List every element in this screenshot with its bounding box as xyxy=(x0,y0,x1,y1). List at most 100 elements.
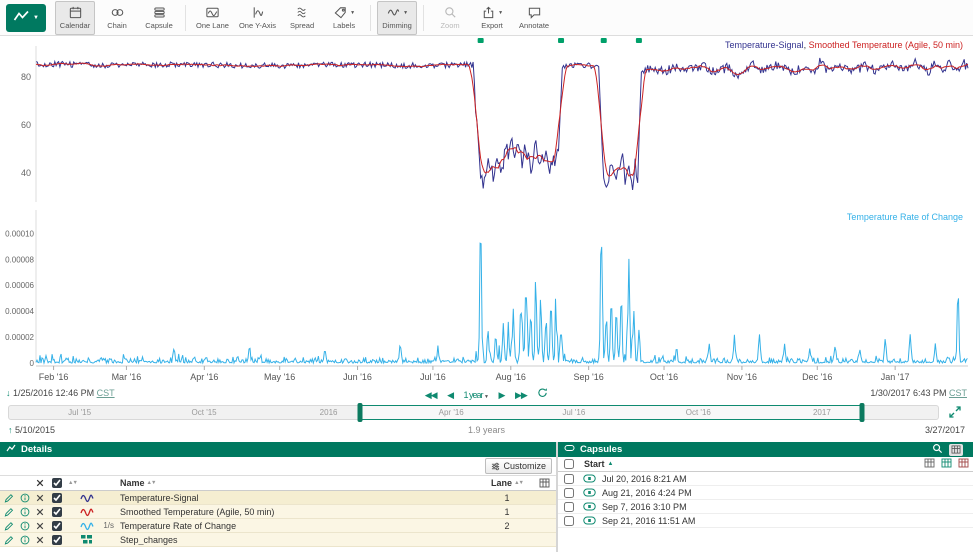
end-datetime[interactable]: 1/30/2017 6:43 PM xyxy=(870,388,946,398)
slider-axis-label: 2017 xyxy=(813,408,831,417)
row-select-checkbox[interactable] xyxy=(52,507,62,517)
row-select-checkbox[interactable] xyxy=(52,493,62,503)
toolbar-button-spread[interactable]: Spread xyxy=(282,1,322,35)
info-icon[interactable] xyxy=(17,521,32,531)
svg-text:0.00004: 0.00004 xyxy=(5,307,34,316)
remove-icon[interactable] xyxy=(32,494,47,502)
legend-item[interactable]: Temperature Rate of Change xyxy=(847,212,963,222)
timezone-link[interactable]: CST xyxy=(949,388,967,398)
svg-text:Jun '16: Jun '16 xyxy=(343,372,372,382)
investigate-duration: 1.9 years xyxy=(0,425,973,435)
toolbar-button-one-lane[interactable]: One Lane xyxy=(192,1,233,35)
info-icon[interactable] xyxy=(17,507,32,517)
step-back-fast-button[interactable]: ◀◀ xyxy=(425,390,437,401)
svg-text:Oct '16: Oct '16 xyxy=(650,372,678,382)
refresh-icon[interactable] xyxy=(537,387,548,400)
item-name[interactable]: Temperature Rate of Change xyxy=(117,521,482,531)
duration-dropdown[interactable]: 1 year ▼ xyxy=(464,390,488,400)
toolbar-label: Zoom xyxy=(440,21,459,30)
edit-pencil-icon[interactable] xyxy=(0,507,17,517)
lane1-legend: Temperature-Signal, Smoothed Temperature… xyxy=(725,40,963,50)
row-select-checkbox[interactable] xyxy=(52,535,62,545)
toolbar-button-labels[interactable]: ▼ Labels xyxy=(324,1,364,35)
toolbar-separator xyxy=(423,5,424,31)
workbench: ▼ Calendar Chain Capsule One Lane xyxy=(0,0,973,552)
details-header: Details xyxy=(0,442,556,457)
sort-selected-icon[interactable]: ▲▼ xyxy=(66,480,77,486)
app-logo-button[interactable]: ▼ xyxy=(6,4,46,32)
capsules-table-header: Start▲ xyxy=(558,457,973,472)
select-all-checkbox[interactable] xyxy=(52,478,62,488)
select-all-capsules-checkbox[interactable] xyxy=(564,459,574,469)
main-toolbar: ▼ Calendar Chain Capsule One Lane xyxy=(0,0,973,36)
capsule-row[interactable]: Aug 21, 2016 4:24 PM xyxy=(558,486,973,500)
remove-column-icon[interactable] xyxy=(958,458,969,470)
expand-range-icon[interactable] xyxy=(948,405,964,419)
range-handle-right[interactable] xyxy=(859,403,864,422)
details-row[interactable]: Smoothed Temperature (Agile, 50 min) 1 xyxy=(0,505,556,519)
capsule-select-checkbox[interactable] xyxy=(564,488,574,498)
toolbar-button-annotate[interactable]: Annotate xyxy=(514,1,554,35)
capsule-row[interactable]: Jul 20, 2016 8:21 AM xyxy=(558,472,973,486)
customize-button[interactable]: Customize xyxy=(485,458,552,474)
grid-options-button[interactable] xyxy=(949,444,963,456)
details-row[interactable]: Step_changes xyxy=(0,533,556,547)
edit-pencil-icon[interactable] xyxy=(0,535,17,545)
details-row[interactable]: 1/s Temperature Rate of Change 2 xyxy=(0,519,556,533)
item-name[interactable]: Step_changes xyxy=(117,535,482,545)
add-column-icon[interactable] xyxy=(941,458,952,470)
remove-icon[interactable] xyxy=(32,536,47,544)
lane-value: 2 xyxy=(482,521,532,531)
item-name[interactable]: Temperature-Signal xyxy=(117,493,482,503)
legend-item[interactable]: Temperature-Signal xyxy=(725,40,804,50)
name-column-header[interactable]: Name▲▼ xyxy=(117,478,482,488)
details-row[interactable]: Temperature-Signal 1 xyxy=(0,491,556,505)
overview-slider-track[interactable]: Jul '15Oct '152016Apr '16Jul '16Oct '162… xyxy=(8,405,939,420)
display-range-end[interactable]: 1/30/2017 6:43 PM CST xyxy=(870,388,967,398)
grid-options-icon[interactable] xyxy=(532,478,556,488)
step-forward-fast-button[interactable]: ▶▶ xyxy=(515,390,527,401)
toolbar-separator xyxy=(370,5,371,31)
edit-pencil-icon[interactable] xyxy=(0,493,17,503)
edit-pencil-icon[interactable] xyxy=(0,521,17,531)
capsule-select-checkbox[interactable] xyxy=(564,474,574,484)
capsule-row[interactable]: Sep 7, 2016 3:10 PM xyxy=(558,500,973,514)
remove-all-icon[interactable] xyxy=(32,479,47,487)
slider-axis-label: Apr '16 xyxy=(439,408,464,417)
toolbar-button-export[interactable]: ▼ Export xyxy=(472,1,512,35)
condition-icon xyxy=(77,534,96,545)
table-view-icon[interactable] xyxy=(924,458,935,470)
capsule-select-checkbox[interactable] xyxy=(564,502,574,512)
step-back-button[interactable]: ◀ xyxy=(447,390,453,401)
legend-item[interactable]: Smoothed Temperature (Agile, 50 min) xyxy=(809,40,963,50)
capsule-select-checkbox[interactable] xyxy=(564,516,574,526)
svg-text:0.00002: 0.00002 xyxy=(5,333,34,342)
item-name[interactable]: Smoothed Temperature (Agile, 50 min) xyxy=(117,507,482,517)
toolbar-label: One Y-Axis xyxy=(239,21,276,30)
toolbar-button-one-y-axis[interactable]: One Y-Axis xyxy=(235,1,280,35)
svg-text:Apr '16: Apr '16 xyxy=(190,372,218,382)
remove-icon[interactable] xyxy=(32,508,47,516)
lane-column-header[interactable]: Lane▲▼ xyxy=(482,478,532,488)
selected-range[interactable] xyxy=(360,405,864,420)
chevron-down-icon: ▼ xyxy=(33,15,39,21)
chevron-down-icon: ▼ xyxy=(403,10,408,16)
toolbar-button-capsule[interactable]: Capsule xyxy=(139,1,179,35)
capsule-row[interactable]: Sep 21, 2016 11:51 AM xyxy=(558,514,973,528)
step-forward-button[interactable]: ▶ xyxy=(499,390,505,401)
svg-text:60: 60 xyxy=(21,120,31,130)
svg-text:0.00006: 0.00006 xyxy=(5,281,34,290)
capsules-title: Capsules xyxy=(580,444,622,455)
trend-chart-area[interactable]: Feb '16Mar '16Apr '16May '16Jun '16Jul '… xyxy=(0,36,973,386)
range-handle-left[interactable] xyxy=(358,403,363,422)
info-icon[interactable] xyxy=(17,535,32,545)
info-icon[interactable] xyxy=(17,493,32,503)
toolbar-button-dimming[interactable]: ▼ Dimming xyxy=(377,1,417,35)
start-column-header[interactable]: Start▲ xyxy=(580,459,924,469)
search-icon[interactable] xyxy=(932,443,943,457)
svg-text:May '16: May '16 xyxy=(264,372,295,382)
toolbar-button-calendar[interactable]: Calendar xyxy=(55,1,95,35)
toolbar-button-chain[interactable]: Chain xyxy=(97,1,137,35)
remove-icon[interactable] xyxy=(32,522,47,530)
row-select-checkbox[interactable] xyxy=(52,521,62,531)
